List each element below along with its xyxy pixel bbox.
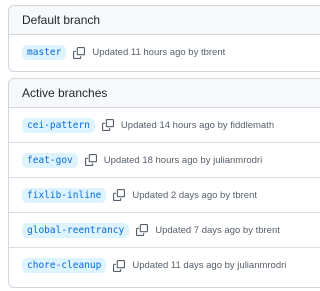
author-link[interactable]: tbrent [256, 225, 280, 236]
updated-text: Updated 14 hours ago by [120, 119, 228, 131]
branch-name-link[interactable]: master [22, 45, 67, 60]
author-link[interactable]: julianmrodri [213, 155, 262, 166]
branch-name-link[interactable]: feat-gov [22, 152, 78, 168]
updated-text: Updated 18 hours ago by [103, 154, 211, 166]
copy-icon[interactable] [112, 259, 126, 273]
branch-row: master Updated 11 hours ago by tbrent [9, 35, 320, 70]
copy-icon[interactable] [101, 118, 115, 132]
branch-meta: Updated 2 days ago by tbrent [132, 190, 257, 201]
author-link[interactable]: fiddlemath [230, 120, 274, 131]
author-link[interactable]: julianmrodri [237, 260, 286, 271]
branch-name-link[interactable]: chore-cleanup [22, 258, 107, 273]
updated-text: Updated 7 days ago by [155, 224, 253, 236]
branch-row: cei-pattern Updated 14 hours ago by fidd… [9, 108, 320, 143]
active-branches-box: Active branches cei-pattern Updated 14 h… [8, 78, 320, 288]
updated-text: Updated 11 days ago by [132, 260, 235, 271]
author-link[interactable]: tbrent [201, 47, 225, 58]
updated-text: Updated 11 hours ago by [92, 47, 199, 58]
branch-row: global-reentrancy Updated 7 days ago by … [9, 213, 320, 248]
branch-row: chore-cleanup Updated 11 days ago by jul… [9, 248, 320, 283]
author-link[interactable]: tbrent [233, 190, 257, 201]
default-branch-title: Default branch [22, 13, 101, 27]
copy-icon[interactable] [135, 223, 149, 237]
copy-icon[interactable] [112, 188, 126, 202]
branch-name-link[interactable]: fixlib-inline [22, 187, 107, 203]
default-branch-header: Default branch [9, 6, 320, 35]
branch-name-link[interactable]: global-reentrancy [22, 222, 130, 238]
branch-row: fixlib-inline Updated 2 days ago by tbre… [9, 178, 320, 213]
branch-meta: Updated 11 days ago by julianmrodri [132, 260, 286, 271]
branch-name-link[interactable]: cei-pattern [22, 117, 95, 133]
branch-meta: Updated 14 hours ago by fiddlemath [121, 120, 274, 131]
active-branches-title: Active branches [22, 86, 108, 100]
copy-icon[interactable] [84, 153, 98, 167]
branch-meta: Updated 18 hours ago by julianmrodri [104, 155, 262, 166]
default-branch-box: Default branch master Updated 11 hours a… [8, 5, 320, 72]
branch-row: feat-gov Updated 18 hours ago by julianm… [9, 143, 320, 178]
active-branches-header: Active branches [9, 79, 320, 108]
updated-text: Updated 2 days ago by [132, 189, 231, 201]
branch-meta: Updated 11 hours ago by tbrent [92, 47, 225, 58]
copy-icon[interactable] [72, 46, 86, 60]
branch-meta: Updated 7 days ago by tbrent [155, 225, 280, 236]
